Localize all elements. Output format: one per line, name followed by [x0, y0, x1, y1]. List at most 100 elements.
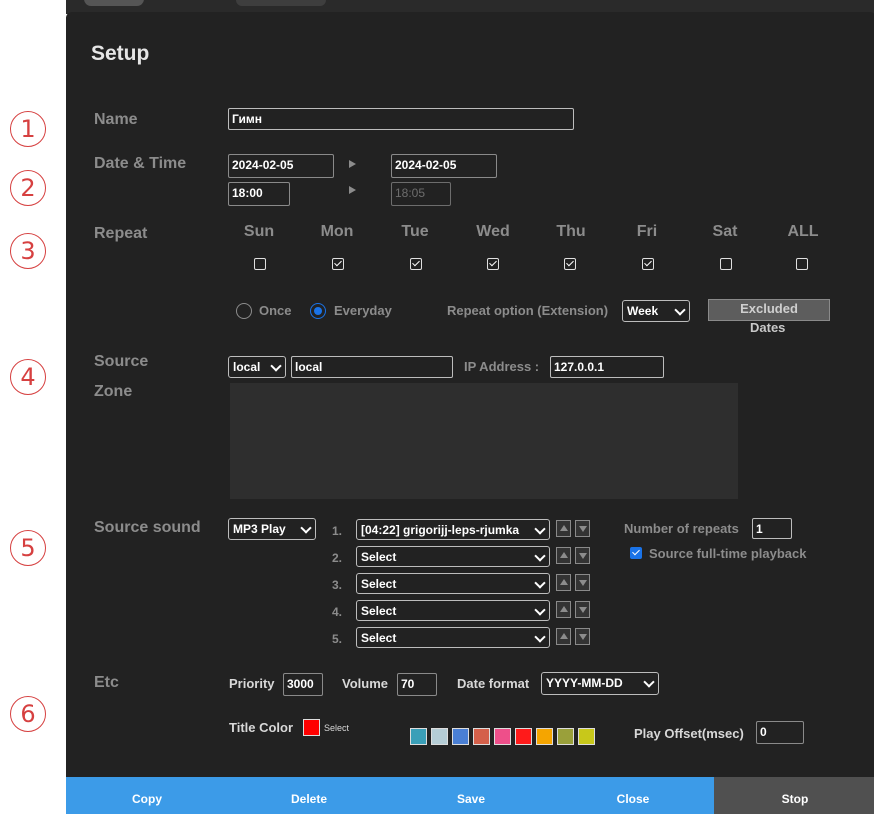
- excluded-dates-button[interactable]: Excluded: [708, 299, 830, 321]
- track-select-1[interactable]: [04:22] grigorijj-leps-rjumka: [356, 519, 550, 540]
- annotation-marker-4: 4: [10, 359, 46, 395]
- annotation-marker-3: 3: [10, 233, 46, 269]
- chevron-down-icon: [643, 676, 655, 688]
- repeat-option-value: Week: [627, 304, 659, 318]
- fulltime-playback-checkbox[interactable]: [630, 547, 642, 559]
- etc-label: Etc: [94, 674, 119, 691]
- day-label-thu: Thu: [556, 223, 586, 240]
- move-up-icon[interactable]: [556, 574, 571, 591]
- move-up-icon[interactable]: [556, 547, 571, 564]
- source-type-select[interactable]: local: [228, 356, 286, 378]
- sound-player-select[interactable]: MP3 Play: [228, 518, 316, 540]
- repeats-input[interactable]: 1: [752, 518, 792, 539]
- move-down-icon[interactable]: [575, 628, 590, 645]
- color-swatch[interactable]: [557, 728, 574, 745]
- color-swatch[interactable]: [494, 728, 511, 745]
- track-select-3[interactable]: Select: [356, 573, 550, 594]
- title-color-preview[interactable]: [303, 719, 320, 736]
- checkbox-mon[interactable]: [332, 258, 344, 270]
- move-up-icon[interactable]: [556, 628, 571, 645]
- track-select-4[interactable]: Select: [356, 600, 550, 621]
- end-time-input: 18:05: [391, 182, 451, 206]
- checkbox-sun[interactable]: [254, 258, 266, 270]
- chevron-down-icon: [534, 604, 546, 616]
- checkbox-wed[interactable]: [487, 258, 499, 270]
- day-label-sun: Sun: [243, 223, 275, 240]
- color-swatch[interactable]: [410, 728, 427, 745]
- play-offset-input[interactable]: 0: [756, 721, 804, 744]
- color-swatch[interactable]: [452, 728, 469, 745]
- track-number: 5.: [332, 632, 343, 646]
- time-range-arrow: [349, 186, 356, 194]
- checkbox-all[interactable]: [796, 258, 808, 270]
- title-color-select-link[interactable]: Select: [324, 723, 349, 733]
- date-format-select[interactable]: YYYY-MM-DD: [541, 672, 659, 695]
- background-blur-2: [236, 0, 326, 6]
- end-date-input[interactable]: 2024-02-05: [391, 154, 497, 178]
- annotation-marker-1: 1: [10, 111, 46, 147]
- copy-button[interactable]: Copy: [66, 777, 228, 814]
- day-label-wed: Wed: [476, 223, 510, 240]
- ip-address-input[interactable]: 127.0.0.1: [550, 356, 664, 378]
- sound-player-value: MP3 Play: [233, 522, 286, 536]
- move-up-icon[interactable]: [556, 520, 571, 537]
- repeat-label: Repeat: [94, 225, 148, 242]
- track-select-2[interactable]: Select: [356, 546, 550, 567]
- track-select-5[interactable]: Select: [356, 627, 550, 648]
- radio-once-label: Once: [259, 303, 292, 318]
- move-down-icon[interactable]: [575, 520, 590, 537]
- track-number: 3.: [332, 578, 343, 592]
- radio-everyday[interactable]: [310, 303, 326, 319]
- priority-input[interactable]: 3000: [283, 673, 323, 696]
- checkbox-sat[interactable]: [720, 258, 732, 270]
- close-button[interactable]: Close: [552, 777, 714, 814]
- track-number: 2.: [332, 551, 343, 565]
- track-select-value: Select: [361, 604, 397, 618]
- radio-once[interactable]: [236, 303, 252, 319]
- repeat-option-label: Repeat option (Extension): [447, 303, 609, 318]
- zone-label: Zone: [94, 383, 133, 400]
- checkbox-thu[interactable]: [564, 258, 576, 270]
- title-color-label: Title Color: [229, 720, 294, 735]
- color-swatch[interactable]: [431, 728, 448, 745]
- ip-address-label: IP Address :: [464, 359, 540, 374]
- volume-input[interactable]: 70: [397, 673, 437, 696]
- background-blur-1: [84, 0, 144, 6]
- save-button[interactable]: Save: [390, 777, 552, 814]
- stop-button[interactable]: Stop: [714, 777, 874, 814]
- priority-label: Priority: [229, 676, 275, 691]
- source-name-input[interactable]: local: [291, 356, 453, 378]
- day-label-fri: Fri: [636, 223, 658, 240]
- color-swatch[interactable]: [473, 728, 490, 745]
- chevron-down-icon: [270, 360, 282, 372]
- excluded-dates-button-label-2: Dates: [750, 320, 786, 335]
- move-down-icon[interactable]: [575, 574, 590, 591]
- fulltime-playback-label: Source full-time playback: [649, 546, 807, 561]
- track-select-value: Select: [361, 577, 397, 591]
- volume-label: Volume: [342, 676, 388, 691]
- dialog-title: Setup: [91, 42, 150, 65]
- datetime-label: Date & Time: [94, 155, 187, 172]
- chevron-down-icon: [300, 522, 312, 534]
- start-time-input[interactable]: 18:00: [228, 182, 290, 206]
- move-down-icon[interactable]: [575, 547, 590, 564]
- delete-button[interactable]: Delete: [228, 777, 390, 814]
- source-label: Source: [94, 353, 149, 370]
- move-up-icon[interactable]: [556, 601, 571, 618]
- name-input[interactable]: Гимн: [228, 108, 574, 130]
- move-down-icon[interactable]: [575, 601, 590, 618]
- checkbox-fri[interactable]: [642, 258, 654, 270]
- source-sound-label: Source sound: [94, 519, 201, 536]
- annotation-marker-2: 2: [10, 170, 46, 206]
- chevron-down-icon: [534, 523, 546, 535]
- start-date-input[interactable]: 2024-02-05: [228, 154, 334, 178]
- source-type-value: local: [233, 360, 261, 374]
- checkbox-tue[interactable]: [410, 258, 422, 270]
- color-swatch[interactable]: [578, 728, 595, 745]
- repeat-option-select[interactable]: Week: [622, 300, 690, 322]
- date-format-value: YYYY-MM-DD: [546, 676, 623, 690]
- color-swatch[interactable]: [536, 728, 553, 745]
- track-number: 1.: [332, 524, 343, 538]
- color-swatch[interactable]: [515, 728, 532, 745]
- zone-list-area[interactable]: [230, 383, 738, 499]
